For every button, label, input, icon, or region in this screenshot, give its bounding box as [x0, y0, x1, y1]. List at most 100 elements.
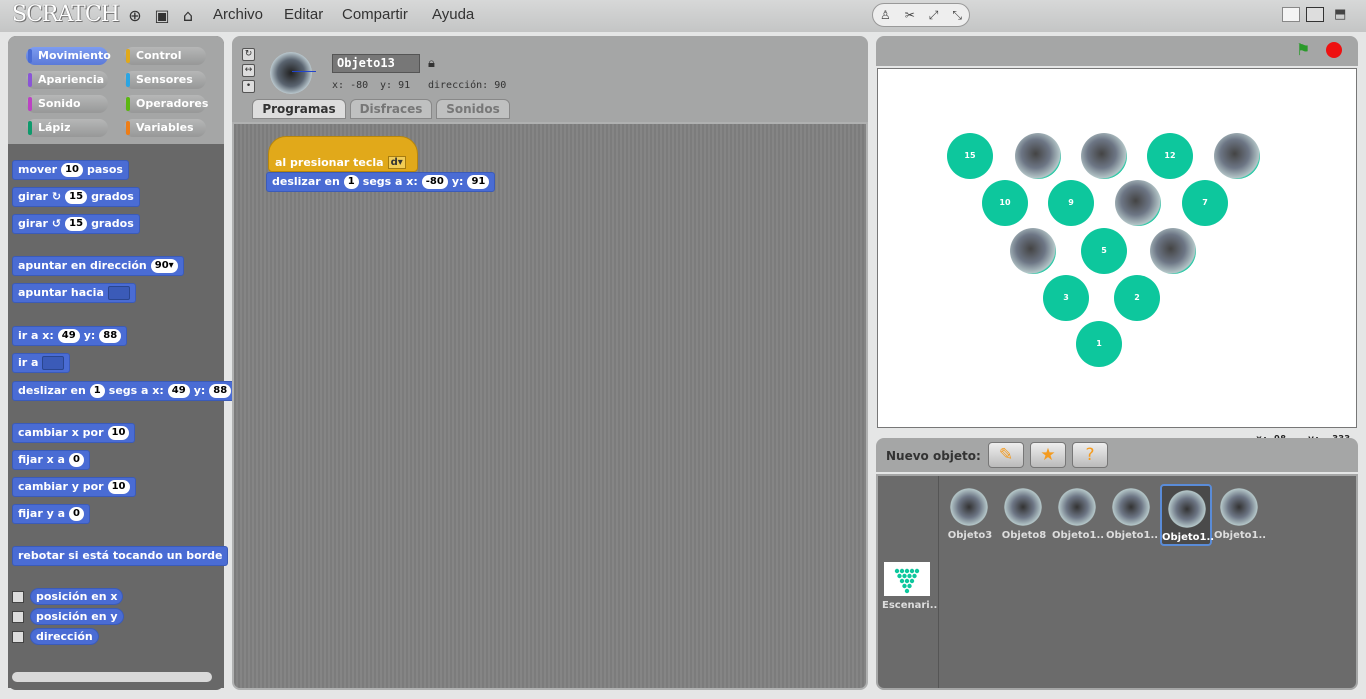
stage-thumbnail[interactable] — [884, 562, 930, 596]
sprite-thumb-image — [1004, 488, 1042, 526]
sprite-thumb-objeto13-selected[interactable]: Objeto1... — [1160, 484, 1214, 546]
tab-sonidos[interactable]: Sonidos — [436, 99, 510, 119]
delete-scissors-icon[interactable]: ✂ — [905, 8, 915, 22]
stop-sign-icon[interactable] — [1326, 42, 1342, 58]
category-sensores[interactable]: Sensores — [124, 71, 206, 89]
sprite-info-panel: ↻ ↔ • Objeto13 🔒︎ x: -80 y: 91 dirección… — [232, 36, 868, 122]
menu-editar[interactable]: Editar — [284, 6, 323, 23]
rotation-full-icon[interactable]: ↻ — [242, 48, 255, 61]
bowling-ball-sprite[interactable] — [1010, 228, 1056, 274]
reporter-posicion-y[interactable]: posición en y — [30, 608, 124, 625]
rotation-none-icon[interactable]: • — [242, 80, 255, 93]
small-stage-view-button[interactable] — [1282, 7, 1300, 22]
block-girar-izquierda[interactable]: girar ↺ 15 grados — [12, 214, 140, 234]
pin-2: 2 — [1114, 275, 1160, 321]
paint-new-sprite-icon[interactable]: ✎ — [988, 442, 1024, 468]
tab-disfraces[interactable]: Disfraces — [350, 99, 432, 119]
pin-10: 10 — [982, 180, 1028, 226]
pin-5: 5 — [1081, 228, 1127, 274]
menu-archivo[interactable]: Archivo — [213, 6, 263, 23]
random-sprite-icon[interactable]: ? — [1072, 442, 1108, 468]
sprite-thumb-image — [1112, 488, 1150, 526]
category-sonido[interactable]: Sonido — [26, 95, 108, 113]
sprite-name-field[interactable]: Objeto13 — [332, 54, 420, 73]
category-operadores[interactable]: Operadores — [124, 95, 208, 113]
menu-ayuda[interactable]: Ayuda — [432, 6, 474, 23]
rotate-clockwise-icon: ↻ — [51, 190, 62, 203]
sprite-thumb-image — [1058, 488, 1096, 526]
block-al-presionar-tecla[interactable]: al presionar tecla d▾ — [268, 136, 418, 172]
goto-target-dropdown[interactable] — [42, 356, 65, 370]
block-fijar-x[interactable]: fijar x a0 — [12, 450, 90, 470]
pin-9: 9 — [1048, 180, 1094, 226]
menu-compartir[interactable]: Compartir — [342, 6, 408, 23]
block-girar-derecha[interactable]: girar ↻ 15 grados — [12, 187, 140, 207]
checkbox-posicion-y[interactable] — [12, 611, 24, 623]
category-control[interactable]: Control — [124, 47, 206, 65]
sprite-thumb-objeto8[interactable]: Objeto8 — [998, 484, 1050, 546]
stage-header: ⚑ — [876, 36, 1358, 66]
bowling-ball-sprite[interactable] — [1150, 228, 1196, 274]
duplicate-stamp-icon[interactable]: ♙ — [880, 8, 891, 22]
reporter-direccion[interactable]: dirección — [30, 628, 99, 645]
bowling-ball-sprite[interactable] — [1115, 180, 1161, 226]
pin-15: 15 — [947, 133, 993, 179]
sprite-list-divider — [938, 476, 939, 688]
block-ir-a-xy[interactable]: ir a x: 49 y: 88 — [12, 326, 128, 346]
steps-input[interactable]: 10 — [61, 163, 83, 177]
block-apuntar-direccion[interactable]: apuntar en dirección 90▾ — [12, 256, 184, 276]
script-area[interactable]: al presionar tecla d▾ deslizar en 1 segs a… — [232, 122, 868, 690]
reporter-posicion-x[interactable]: posición en x — [30, 588, 124, 605]
sprite-x-readout: x: -80 — [332, 80, 369, 91]
category-variables[interactable]: Variables — [124, 119, 206, 137]
pin-1: 1 — [1076, 321, 1122, 367]
bowling-ball-sprite[interactable] — [1081, 133, 1127, 179]
block-cambiar-y[interactable]: cambiar y por 10 — [12, 477, 136, 497]
block-apuntar-hacia[interactable]: apuntar hacia — [12, 283, 136, 303]
rotate-counterclockwise-icon: ↺ — [51, 217, 62, 230]
category-selector: Movimiento Control Apariencia Sensores S… — [8, 36, 224, 144]
presentation-mode-icon[interactable]: ⬒ — [1334, 7, 1352, 22]
motion-blocks-list: mover 10 pasos girar ↻ 15 grados girar ↺ 15 grad… — [8, 148, 238, 688]
grow-icon[interactable]: ⤢ — [929, 8, 939, 23]
block-deslizar-script[interactable]: deslizar en 1 segs a x: -80 y: 91 — [266, 172, 496, 192]
bowling-ball-sprite[interactable] — [1214, 133, 1260, 179]
shrink-icon[interactable]: ⤡ — [952, 8, 962, 23]
sprite-thumb-image — [1168, 490, 1206, 528]
save-disk-icon[interactable]: ▣ — [152, 6, 172, 26]
target-dropdown[interactable] — [107, 286, 130, 300]
category-lapiz[interactable]: Lápiz — [26, 119, 108, 137]
category-apariencia[interactable]: Apariencia — [26, 71, 108, 89]
share-upload-icon[interactable]: ⌂ — [178, 6, 198, 26]
green-flag-icon[interactable]: ⚑ — [1296, 42, 1314, 58]
rotation-left-right-icon[interactable]: ↔ — [242, 64, 255, 77]
block-ir-a[interactable]: ir a — [12, 353, 71, 373]
block-deslizar[interactable]: deslizar en 1 segs a x: 49 y: 88 — [12, 381, 238, 401]
pin-12: 12 — [1147, 133, 1193, 179]
checkbox-direccion[interactable] — [12, 631, 24, 643]
pin-3: 3 — [1043, 275, 1089, 321]
block-rebotar[interactable]: rebotar si está tocando un borde — [12, 546, 229, 566]
stage-canvas[interactable]: 15 12 10 9 7 5 3 2 1 — [877, 68, 1357, 428]
language-globe-icon[interactable]: ⊕ — [125, 6, 145, 26]
new-object-label: Nuevo objeto: — [886, 449, 981, 463]
direction-indicator-line[interactable] — [292, 71, 316, 72]
palette-horizontal-scrollbar[interactable] — [12, 672, 212, 682]
sprite-thumb-objeto1a[interactable]: Objeto1... — [1052, 484, 1104, 546]
bowling-ball-sprite[interactable] — [1015, 133, 1061, 179]
key-dropdown[interactable]: d▾ — [387, 156, 406, 169]
normal-stage-view-button[interactable] — [1306, 7, 1324, 22]
pin-7: 7 — [1182, 180, 1228, 226]
checkbox-posicion-x[interactable] — [12, 591, 24, 603]
sprite-thumb-objeto1b[interactable]: Objeto1... — [1106, 484, 1158, 546]
sprite-thumb-objeto1c[interactable]: Objeto1... — [1214, 484, 1266, 546]
current-sprite-thumbnail — [270, 52, 312, 94]
category-movimiento[interactable]: Movimiento — [26, 47, 111, 65]
sprite-thumb-objeto3[interactable]: Objeto3 — [944, 484, 996, 546]
choose-sprite-from-file-icon[interactable]: ★ — [1030, 442, 1066, 468]
tab-programas[interactable]: Programas — [252, 99, 346, 119]
block-cambiar-x[interactable]: cambiar x por 10 — [12, 423, 136, 443]
lock-icon[interactable]: 🔒︎ — [428, 56, 435, 71]
block-fijar-y[interactable]: fijar y a0 — [12, 504, 90, 524]
block-mover[interactable]: mover 10 pasos — [12, 160, 129, 180]
